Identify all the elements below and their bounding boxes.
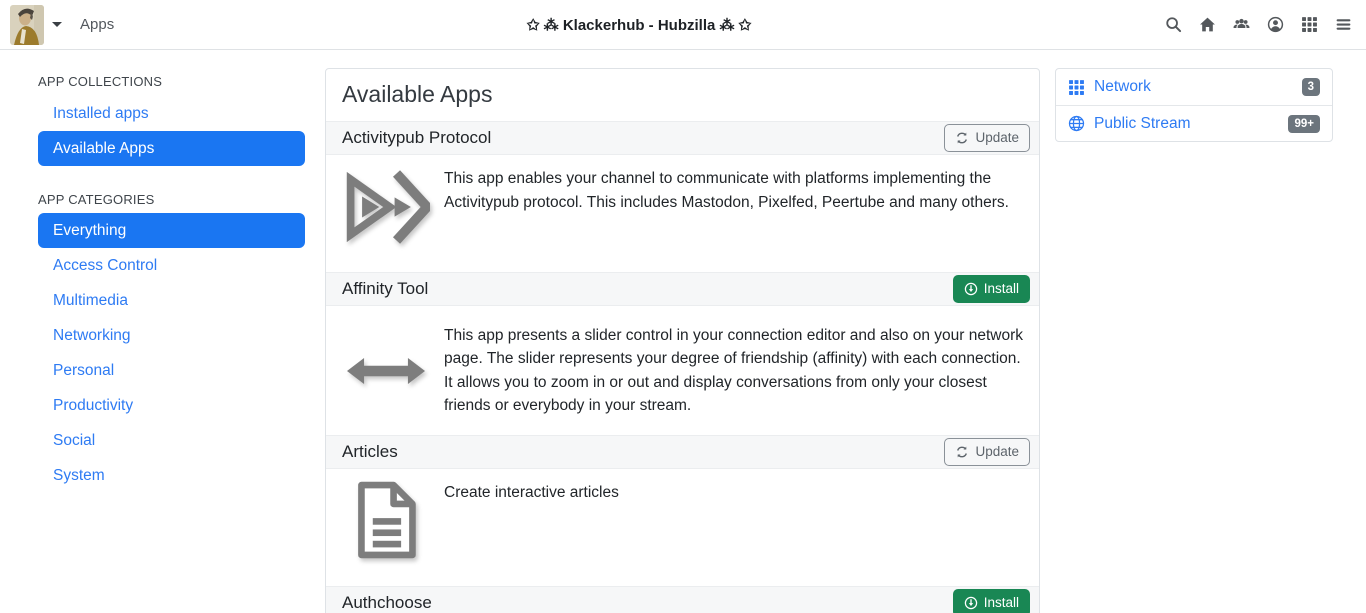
sidebar-item-everything[interactable]: Everything — [38, 213, 305, 248]
refresh-icon — [955, 131, 969, 145]
search-icon[interactable] — [1164, 16, 1182, 34]
button-label: Update — [975, 443, 1019, 461]
app-section-header: Articles Update — [326, 435, 1039, 469]
activitypub-logo-icon — [342, 167, 430, 247]
app-section-header: Activitypub Protocol Update — [326, 121, 1039, 155]
sidebar-item-personal[interactable]: Personal — [38, 353, 305, 388]
sidebar-item-installed-apps[interactable]: Installed apps — [38, 96, 305, 131]
site-banner: ✩ ⁂ Klackerhub - Hubzilla ⁂ ✩ — [114, 16, 1164, 34]
left-sidebar: APP COLLECTIONS Installed apps Available… — [38, 68, 305, 493]
public-stream-count-badge: 99+ — [1288, 115, 1320, 133]
app-section-header: Authchoose Install — [326, 586, 1039, 613]
menu-icon[interactable] — [1334, 16, 1352, 34]
app-section-body: Create interactive articles — [326, 469, 1039, 586]
network-label: Network — [1094, 78, 1302, 96]
channel-avatar[interactable] — [10, 5, 44, 45]
navbar-left: Apps — [10, 5, 114, 45]
app-collections-header: APP COLLECTIONS — [38, 74, 305, 89]
connections-icon[interactable] — [1232, 16, 1250, 34]
network-count-badge: 3 — [1302, 78, 1320, 96]
app-section-header: Affinity Tool Install — [326, 272, 1039, 306]
app-description: Create interactive articles — [444, 481, 619, 505]
arrow-down-circle-icon — [964, 596, 978, 610]
public-stream-link[interactable]: Public Stream 99+ — [1056, 105, 1332, 141]
sidebar-item-available-apps[interactable]: Available Apps — [38, 131, 305, 166]
app-name: Articles — [342, 442, 944, 462]
app-description: This app presents a slider control in yo… — [444, 324, 1023, 418]
button-label: Update — [975, 129, 1019, 147]
app-section-body: This app enables your channel to communi… — [326, 155, 1039, 272]
available-apps-panel: Available Apps Activitypub Protocol Upda… — [325, 68, 1040, 613]
button-label: Install — [984, 280, 1019, 298]
public-stream-label: Public Stream — [1094, 115, 1288, 133]
app-section-body: This app presents a slider control in yo… — [326, 306, 1039, 435]
app-categories-header: APP CATEGORIES — [38, 192, 305, 207]
document-icon — [342, 481, 430, 559]
app-description: This app enables your channel to communi… — [444, 167, 1023, 214]
page-layout: APP COLLECTIONS Installed apps Available… — [0, 50, 1366, 613]
globe-icon — [1068, 115, 1085, 132]
update-button[interactable]: Update — [944, 438, 1030, 466]
sidebar-item-productivity[interactable]: Productivity — [38, 388, 305, 423]
refresh-icon — [955, 445, 969, 459]
double-headed-arrow-icon — [342, 353, 430, 389]
chevron-down-icon[interactable] — [52, 22, 62, 27]
install-button[interactable]: Install — [953, 275, 1030, 303]
notifications-widget: Network 3 Public Stream 99+ — [1055, 68, 1333, 142]
sidebar-item-multimedia[interactable]: Multimedia — [38, 283, 305, 318]
app-name: Affinity Tool — [342, 279, 953, 299]
account-icon[interactable] — [1266, 16, 1284, 34]
app-name: Authchoose — [342, 593, 953, 613]
apps-grid-icon[interactable] — [1300, 16, 1318, 34]
sidebar-item-system[interactable]: System — [38, 458, 305, 493]
arrow-down-circle-icon — [964, 282, 978, 296]
app-name: Activitypub Protocol — [342, 128, 944, 148]
sidebar-item-social[interactable]: Social — [38, 423, 305, 458]
install-button[interactable]: Install — [953, 589, 1030, 613]
top-navbar: Apps ✩ ⁂ Klackerhub - Hubzilla ⁂ ✩ — [0, 0, 1366, 50]
right-sidebar: Network 3 Public Stream 99+ — [1055, 68, 1333, 142]
grid-icon — [1068, 79, 1085, 96]
button-label: Install — [984, 594, 1019, 612]
main-content: Available Apps Activitypub Protocol Upda… — [325, 68, 1040, 613]
sidebar-item-access-control[interactable]: Access Control — [38, 248, 305, 283]
navbar-icons — [1164, 16, 1352, 34]
nav-apps-menu[interactable]: Apps — [80, 16, 114, 33]
page-title: Available Apps — [326, 69, 1039, 121]
network-link[interactable]: Network 3 — [1056, 69, 1332, 105]
home-icon[interactable] — [1198, 16, 1216, 34]
sidebar-item-networking[interactable]: Networking — [38, 318, 305, 353]
update-button[interactable]: Update — [944, 124, 1030, 152]
